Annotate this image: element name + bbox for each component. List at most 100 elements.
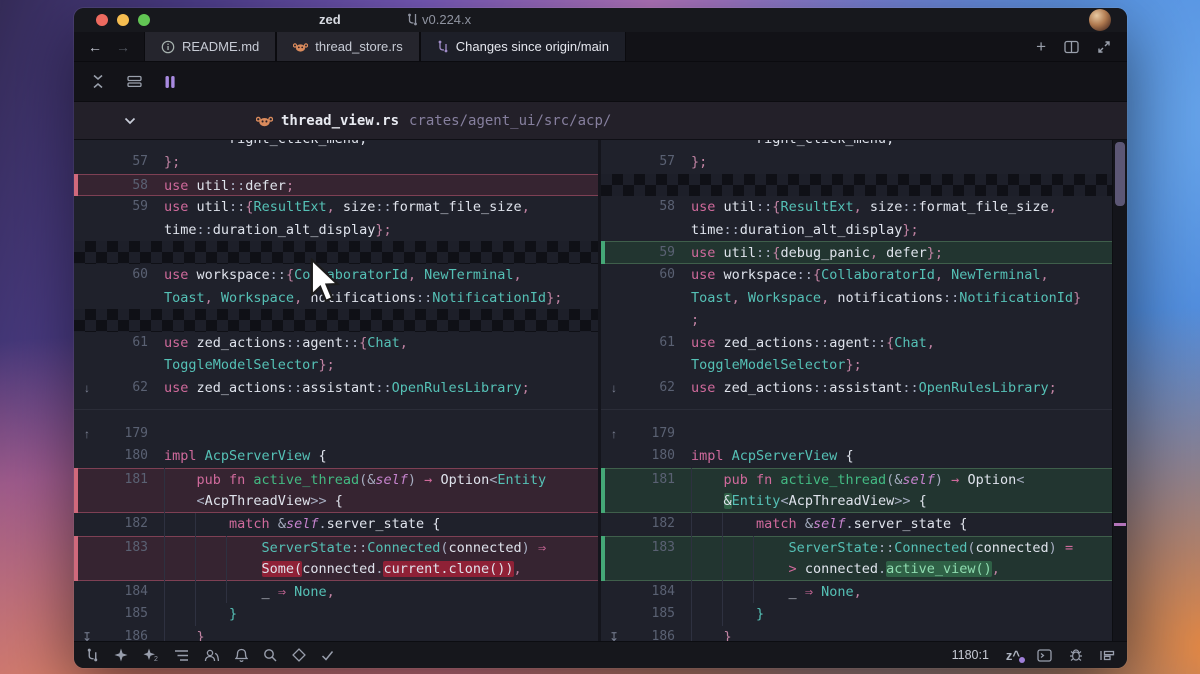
line-number	[100, 287, 148, 310]
code-line[interactable]: ToggleModelSelector};	[74, 354, 598, 377]
code-line[interactable]: 183 ServerState::Connected(connected) =	[601, 535, 1112, 560]
code-line[interactable]: Toast, Workspace, notifications::Notific…	[601, 287, 1112, 310]
terminal-icon[interactable]	[1037, 648, 1052, 662]
file-header[interactable]: thread_view.rs crates/agent_ui/src/acp/	[74, 102, 1127, 140]
code-line[interactable]: <AcpThreadView>> {	[74, 489, 598, 513]
code-line[interactable]: 59 use util::{debug_panic, defer};	[601, 241, 1112, 264]
debug-bug-icon[interactable]	[1069, 648, 1083, 662]
deleted-hunk-marker	[74, 557, 78, 581]
code-line[interactable]: 182 match &self.server_state {	[601, 513, 1112, 536]
code-line[interactable]: 58 use util::{ResultExt, size::format_fil…	[601, 196, 1112, 219]
code-line[interactable]: 181 pub fn active_thread(&self) → Option…	[601, 467, 1112, 492]
tab-thread-store[interactable]: thread_store.rs	[276, 32, 420, 61]
split-pane-button[interactable]	[1064, 40, 1079, 54]
expand-down-stop-icon[interactable]: ↧	[74, 626, 100, 641]
code-line[interactable]: &Entity<AcpThreadView>> {	[601, 489, 1112, 513]
sparkle-2-icon[interactable]: 2	[143, 648, 159, 662]
expand-up-icon[interactable]: ↑	[601, 423, 627, 446]
expand-pane-button[interactable]	[1097, 40, 1111, 54]
code-text: use zed_actions::assistant::OpenRulesLib…	[691, 379, 1057, 396]
expand-hunk-icon[interactable]: −	[74, 140, 100, 151]
expand-down-icon[interactable]: ↓	[74, 377, 100, 400]
tab-bar: ← → README.md thread_store.rs Changes si…	[74, 32, 1127, 62]
navigate-forward-button[interactable]: →	[116, 40, 130, 54]
search-icon[interactable]	[263, 648, 277, 662]
code-line[interactable]: − right_click_menu,	[74, 140, 598, 151]
tab-readme[interactable]: README.md	[144, 32, 277, 61]
pause-updates-button[interactable]	[158, 70, 182, 94]
user-avatar[interactable]	[1089, 9, 1111, 31]
code-line[interactable]: − right_click_menu,	[601, 140, 1112, 151]
navigate-back-button[interactable]: ←	[88, 40, 102, 54]
code-line[interactable]: ;	[601, 309, 1112, 332]
outline-icon[interactable]	[174, 649, 189, 662]
expand-hunk-icon[interactable]: −	[601, 140, 627, 151]
collapse-entries-button[interactable]	[86, 70, 110, 94]
git-branch-icon	[438, 40, 448, 53]
code-line[interactable]: Some(connected.current.clone()),	[74, 557, 598, 581]
code-line[interactable]: 57};	[601, 151, 1112, 174]
expand-down-stop-icon[interactable]: ↧	[601, 626, 627, 641]
notifications-bell-icon[interactable]	[235, 648, 248, 662]
code-text: use util::defer;	[164, 177, 295, 194]
code-line[interactable]: 184 _ ⇒ None,	[601, 581, 1112, 604]
line-number: 180	[124, 448, 148, 464]
zed-assistant-icon[interactable]: z^	[1006, 648, 1026, 663]
chevron-down-icon[interactable]	[124, 117, 136, 125]
code-line[interactable]: 183 ServerState::Connected(connected) ⇒	[74, 535, 598, 560]
sparkle-icon[interactable]	[114, 648, 128, 662]
line-number: 185	[124, 606, 148, 622]
code-line[interactable]: ↑ 179	[601, 423, 1112, 446]
desktop: zed v0.224.x ← → README.md thread_store.…	[0, 0, 1200, 674]
added-hunk-marker	[601, 535, 605, 560]
code-line[interactable]: 180 impl AcpServerView {	[74, 445, 598, 468]
minimize-window-button[interactable]	[117, 14, 129, 26]
code-line[interactable]: 58 use util::defer;	[74, 173, 598, 197]
code-line[interactable]: 181 pub fn active_thread(&self) → Option…	[74, 467, 598, 492]
new-tab-button[interactable]: +	[1036, 37, 1046, 57]
code-text: use zed_actions::assistant::OpenRulesLib…	[164, 379, 530, 396]
status-bar: 2 1180:1 z^	[74, 641, 1127, 668]
close-window-button[interactable]	[96, 14, 108, 26]
code-text: }	[723, 628, 732, 641]
code-line[interactable]: 185 }	[601, 603, 1112, 626]
code-line[interactable]: ↓ 62 use zed_actions::assistant::OpenRules…	[74, 377, 598, 400]
code-line[interactable]: 59 use util::{ResultExt, size::format_fil…	[74, 196, 598, 219]
code-line[interactable]: ↧ 186 }	[74, 626, 598, 641]
code-line[interactable]: 60 use workspace::{CollaboratorId, NewTer…	[601, 264, 1112, 287]
scrollbar[interactable]	[1112, 140, 1127, 641]
code-line[interactable]: 57};	[74, 151, 598, 174]
rows-icon	[126, 75, 142, 88]
code-line[interactable]: 182 match &self.server_state {	[74, 513, 598, 536]
list-rows-button[interactable]	[122, 70, 146, 94]
expand-down-icon[interactable]: ↓	[601, 377, 627, 400]
panels-layout-icon[interactable]	[1100, 649, 1115, 662]
expand-up-icon[interactable]: ↑	[74, 423, 100, 446]
code-line[interactable]: 180 impl AcpServerView {	[601, 445, 1112, 468]
code-line[interactable]: time::duration_alt_display};	[601, 219, 1112, 242]
code-line[interactable]: ↧ 186 }	[601, 626, 1112, 641]
cursor-position[interactable]: 1180:1	[952, 648, 989, 662]
code-line[interactable]: 185 }	[74, 603, 598, 626]
code-line[interactable]: ↓ 62 use zed_actions::assistant::OpenRules…	[601, 377, 1112, 400]
code-line[interactable]: 61 use zed_actions::agent::{Chat,	[74, 332, 598, 355]
scrollbar-thumb[interactable]	[1115, 142, 1125, 206]
git-branch-icon[interactable]	[86, 648, 99, 662]
zoom-window-button[interactable]	[138, 14, 150, 26]
collaborators-icon[interactable]	[204, 649, 220, 662]
code-line[interactable]: ToggleModelSelector};	[601, 354, 1112, 377]
tab-label: Changes since origin/main	[455, 39, 609, 54]
app-title: zed	[319, 12, 341, 27]
line-number: 182	[124, 515, 148, 531]
code-line[interactable]: ↑ 179	[74, 423, 598, 446]
diagnostics-icon[interactable]	[292, 648, 306, 662]
tab-changes-since-origin-main[interactable]: Changes since origin/main	[419, 32, 626, 61]
code-text: _ ⇒ None,	[788, 583, 862, 600]
code-line[interactable]: 184 _ ⇒ None,	[74, 581, 598, 604]
code-line[interactable]: > connected.active_view(),	[601, 557, 1112, 581]
check-icon[interactable]	[321, 650, 334, 661]
code-line[interactable]: time::duration_alt_display};	[74, 219, 598, 242]
code-text: use workspace::{CollaboratorId, NewTermi…	[691, 266, 1049, 283]
code-line[interactable]: 61 use zed_actions::agent::{Chat,	[601, 332, 1112, 355]
